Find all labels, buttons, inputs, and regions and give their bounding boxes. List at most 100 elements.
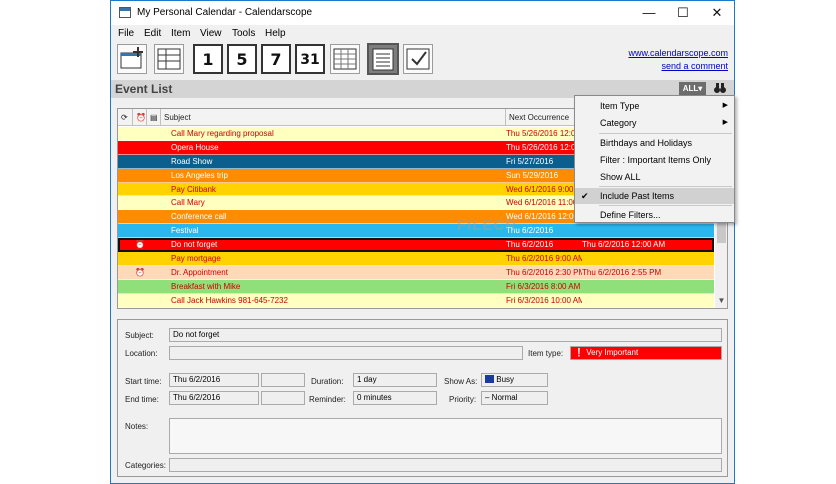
alarm-clock-icon: ⏰ — [135, 240, 145, 250]
menu-separator — [599, 205, 732, 206]
menu-separator — [599, 133, 732, 134]
year-grid-icon — [333, 48, 357, 70]
new-item-button[interactable] — [117, 44, 147, 74]
table-row[interactable]: Breakfast with Mike Fri 6/3/2016 8:00 AM — [118, 279, 714, 294]
alarm-column-icon[interactable]: ⏰ — [133, 109, 147, 126]
priority-field[interactable]: – Normal — [481, 391, 548, 405]
item-type-field[interactable]: ❕ Very Important — [570, 346, 722, 360]
end-date-field[interactable]: Thu 6/2/2016 — [169, 391, 259, 405]
priority-dash-icon: – — [485, 393, 492, 402]
menu-edit[interactable]: Edit — [144, 28, 161, 39]
workweek-view-button[interactable]: 5 — [227, 44, 257, 74]
event-list-view-button[interactable] — [367, 43, 399, 75]
section-title: Event List — [115, 82, 173, 96]
subject-field[interactable]: Do not forget — [169, 328, 722, 342]
day-view-button[interactable]: 1 — [193, 44, 223, 74]
tasks-view-button[interactable] — [403, 44, 433, 74]
menu-item[interactable]: Item — [171, 28, 190, 39]
row-next-occurrence: Thu 6/2/2016 — [506, 226, 554, 236]
busy-color-swatch — [485, 375, 494, 383]
row-subject: Festival — [171, 226, 199, 236]
priority-label: Priority: — [449, 395, 477, 404]
filter-dropdown-menu: Item Type ▶ Category ▶ Birthdays and Holid… — [574, 95, 735, 223]
filter-show-all[interactable]: Show ALL — [575, 169, 734, 185]
minimize-button[interactable]: — — [632, 1, 666, 25]
table-row[interactable]: ⏰ Do not forget Thu 6/2/2016 Thu 6/2/2016 1… — [118, 238, 714, 253]
row-next-occurrence: Thu 5/26/2016 12:00 AM — [506, 142, 582, 152]
reminder-field[interactable]: 0 minutes — [353, 391, 437, 405]
row-subject: Call Mary — [171, 198, 205, 208]
row-next-occurrence: Fri 6/3/2016 10:00 AM — [506, 295, 582, 305]
row-subject: Do not forget — [171, 240, 218, 250]
row-next-occurrence: Wed 6/1/2016 12:00 PM — [506, 212, 582, 222]
row-subject: Breakfast with Mike — [171, 281, 241, 291]
alarm-clock-icon: ⏰ — [135, 267, 145, 277]
website-link[interactable]: www.calendarscope.com — [628, 48, 728, 58]
menu-view[interactable]: View — [200, 28, 222, 39]
scroll-down-arrow-icon[interactable]: ▼ — [715, 294, 727, 308]
filter-item-type[interactable]: Item Type ▶ — [575, 98, 734, 114]
new-item-icon — [120, 47, 143, 69]
show-as-field[interactable]: Busy — [481, 373, 548, 387]
table-row[interactable]: Call Jack Hawkins 981-645-7232 Fri 6/3/20… — [118, 293, 714, 308]
duration-label: Duration: — [311, 377, 344, 386]
item-details-panel: Subject: Do not forget Location: Item ty… — [117, 319, 728, 477]
menu-file[interactable]: File — [118, 28, 134, 39]
filter-item-type-label: Item Type — [600, 101, 640, 111]
timeline-view-button[interactable] — [154, 44, 184, 74]
reminder-label: Reminder: — [309, 395, 346, 404]
list-icon — [372, 48, 394, 71]
menu-bar: File Edit Item View Tools Help — [111, 26, 734, 42]
filter-birthdays-holidays[interactable]: Birthdays and Holidays — [575, 135, 734, 151]
month-view-button[interactable]: 31 — [295, 44, 325, 74]
menu-separator — [599, 186, 732, 187]
filter-define-filters[interactable]: Define Filters... — [575, 207, 734, 223]
menu-tools[interactable]: Tools — [232, 28, 255, 39]
submenu-arrow-icon: ▶ — [722, 102, 728, 109]
row-next-occurrence: Thu 5/26/2016 12:00 AM — [506, 129, 582, 138]
row-next-occurrence: Thu 6/2/2016 9:00 AM — [506, 254, 582, 264]
row-subject: Opera House — [171, 142, 219, 152]
notes-column-icon[interactable]: ▤ — [147, 109, 161, 126]
filter-category[interactable]: Category ▶ — [575, 115, 734, 131]
row-subject: Dr. Appointment — [171, 267, 228, 277]
categories-field[interactable] — [169, 458, 722, 472]
location-field[interactable] — [169, 346, 523, 360]
row-end-time: Thu 6/2/2016 12:00 AM — [582, 240, 666, 250]
filter-all-button[interactable]: ALL▾ — [679, 82, 706, 96]
notes-label: Notes: — [125, 422, 149, 431]
filter-include-past-items[interactable]: ✔ Include Past Items — [575, 188, 734, 204]
table-row[interactable]: ⏰ Dr. Appointment Thu 6/2/2016 2:30 PM Thu … — [118, 265, 714, 280]
row-subject: Los Angeles trip — [171, 170, 228, 180]
notes-field[interactable] — [169, 418, 722, 454]
end-time-field[interactable] — [261, 391, 305, 405]
table-row[interactable]: Festival Thu 6/2/2016 — [118, 224, 714, 239]
week-view-button[interactable]: 7 — [261, 44, 291, 74]
recurrence-column-icon[interactable]: ⟳ — [118, 109, 133, 126]
start-date-field[interactable]: Thu 6/2/2016 — [169, 373, 259, 387]
send-comment-link[interactable]: send a comment — [661, 61, 728, 71]
subject-column-header[interactable]: Subject — [161, 109, 506, 126]
app-window: My Personal Calendar - Calendarscope — ☐… — [110, 0, 735, 484]
row-next-occurrence: Fri 6/3/2016 8:00 AM — [506, 281, 581, 291]
end-time-label: End time: — [125, 395, 159, 404]
row-subject: Call Mary regarding proposal — [171, 129, 274, 138]
filter-include-past-label: Include Past Items — [600, 191, 675, 201]
filter-important-only[interactable]: Filter : Important Items Only — [575, 152, 734, 168]
row-next-occurrence: Thu 6/2/2016 2:30 PM — [506, 267, 582, 277]
maximize-button[interactable]: ☐ — [666, 1, 700, 25]
show-as-value: Busy — [496, 375, 515, 384]
filter-category-label: Category — [600, 118, 637, 128]
menu-help[interactable]: Help — [265, 28, 286, 39]
duration-field[interactable]: 1 day — [353, 373, 437, 387]
row-subject: Road Show — [171, 156, 213, 166]
dropdown-arrow-icon: ▾ — [698, 84, 703, 93]
categories-label: Categories: — [125, 461, 166, 470]
timeline-icon — [157, 48, 181, 70]
year-view-button[interactable] — [330, 44, 360, 74]
calendar-app-icon — [119, 7, 131, 18]
start-time-field[interactable] — [261, 373, 305, 387]
close-button[interactable]: ✕ — [700, 1, 734, 25]
table-row[interactable]: Pay mortgage Thu 6/2/2016 9:00 AM — [118, 252, 714, 266]
location-label: Location: — [125, 349, 158, 358]
